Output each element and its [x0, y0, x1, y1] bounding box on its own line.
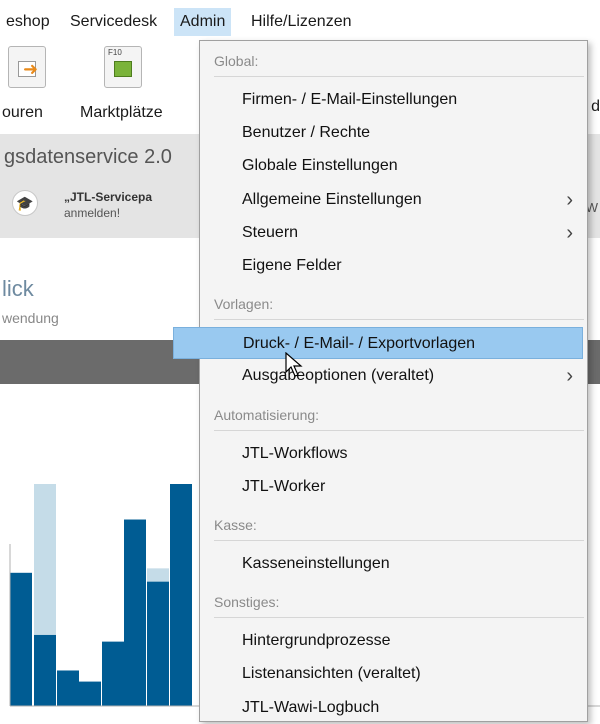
menu-item[interactable]: Firmen- / E-Mail-Einstellungen: [200, 84, 587, 116]
menu-section-header: Global:: [214, 45, 584, 77]
promo-subtitle[interactable]: anmelden!: [64, 206, 120, 220]
menu-admin[interactable]: Admin: [174, 8, 232, 36]
menu-item[interactable]: Druck- / E-Mail- / Exportvorlagen: [173, 327, 583, 360]
menu-section-header: Automatisierung:: [214, 399, 584, 431]
menu-servicedesk[interactable]: Servicedesk: [64, 8, 163, 36]
menu-item[interactable]: JTL-Workflows: [200, 438, 587, 470]
menu-item-label: Globale Einstellungen: [242, 157, 398, 175]
menu-item-label: Hintergrundprozesse: [242, 632, 391, 650]
mouse-cursor-icon: [285, 352, 303, 377]
chevron-right-icon: ›: [566, 365, 573, 388]
ribbon-label-marktplaetze[interactable]: Marktplätze: [80, 104, 163, 122]
banner-title: gsdatenservice 2.0: [4, 146, 172, 168]
chart-bar: [34, 634, 56, 706]
menu-section-header: Vorlagen:: [214, 288, 584, 321]
ribbon-label-touren[interactable]: ouren: [2, 104, 43, 122]
menu-eshop[interactable]: eshop: [0, 8, 56, 36]
graduation-cap-icon: 🎓: [12, 190, 38, 216]
marktplaetze-icon[interactable]: F10: [104, 46, 142, 88]
menu-section-header: Kasse:: [214, 509, 584, 541]
menu-item[interactable]: Listenansichten (veraltet): [200, 658, 587, 690]
chart-bar: [102, 641, 124, 706]
chevron-right-icon: ›: [566, 188, 573, 211]
overview-title: lick: [2, 276, 34, 301]
overview-subtitle: wendung: [2, 310, 59, 326]
chart-bar: [10, 572, 32, 706]
menu-section-header: Sonstiges:: [214, 586, 584, 619]
menu-item[interactable]: JTL-Wawi-Logbuch: [200, 692, 587, 724]
menu-item-label: Benutzer / Rechte: [242, 124, 371, 142]
menu-bar: eshop Servicedesk Admin Hilfe/Lizenzen: [0, 0, 600, 40]
chart-bar: [57, 670, 79, 706]
chart-bar: [124, 519, 146, 706]
menu-item[interactable]: Benutzer / Rechte: [200, 117, 587, 149]
menu-item-label: Eigene Felder: [242, 257, 342, 274]
menu-item[interactable]: Allgemeine Einstellungen ›: [200, 184, 587, 216]
menu-item-label: Steuern: [242, 223, 299, 241]
menu-item[interactable]: Ausgabeoptionen (veraltet) ›: [200, 360, 587, 392]
menu-item-label: JTL-Wawi-Logbuch: [242, 698, 380, 716]
menu-item[interactable]: Kasseneinstellungen: [200, 548, 587, 580]
chart-bar: [79, 681, 101, 706]
menu-item-label: JTL-Worker: [242, 477, 326, 495]
menu-item[interactable]: Eigene Felder: [200, 250, 587, 282]
menu-item[interactable]: Hintergrundprozesse: [200, 625, 587, 657]
chevron-right-icon: ›: [566, 221, 573, 244]
menu-item-label: Firmen- / E-Mail-Einstellungen: [242, 91, 458, 108]
menu-item-label: Listenansichten (veraltet): [242, 665, 421, 683]
menu-item[interactable]: Steuern ›: [200, 217, 587, 249]
menu-item-label: Ausgabeoptionen (veraltet): [242, 367, 435, 385]
menu-item-label: Allgemeine Einstellungen: [242, 190, 422, 208]
menu-item-label: Kasseneinstellungen: [242, 555, 390, 572]
ribbon-label-trailing: d: [591, 98, 600, 115]
menu-item[interactable]: JTL-Worker: [200, 471, 587, 503]
menu-item-label: JTL-Workflows: [242, 444, 348, 462]
menu-hilfe-lizenzen[interactable]: Hilfe/Lizenzen: [245, 8, 358, 36]
menu-item[interactable]: Globale Einstellungen: [200, 150, 587, 182]
chart-bar: [147, 581, 169, 706]
promo-title[interactable]: „JTL-Servicepa: [64, 190, 152, 204]
chart-bar: [170, 484, 192, 706]
admin-dropdown-menu: Global: Firmen- / E-Mail-Einstellungen Ben…: [173, 40, 588, 724]
menu-item-label: Druck- / E-Mail- / Exportvorlagen: [243, 335, 476, 353]
touren-icon[interactable]: ➜: [8, 46, 46, 88]
